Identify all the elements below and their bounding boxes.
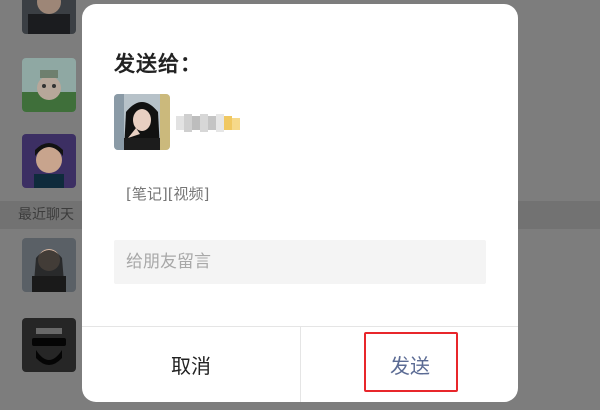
cancel-button[interactable]: 取消 <box>82 327 300 402</box>
message-input[interactable] <box>114 240 486 284</box>
contact-avatar <box>22 0 76 34</box>
contact-avatar <box>22 58 76 112</box>
recipient-name-blurred <box>176 112 242 134</box>
dialog-title: 发送给： <box>114 52 202 76</box>
send-highlight-box <box>364 332 458 392</box>
recipient-avatar <box>114 94 170 150</box>
contact-avatar <box>22 318 76 372</box>
shared-content-tag: [笔记][视频] <box>126 185 210 203</box>
contact-avatar <box>22 238 76 292</box>
contact-avatar <box>22 134 76 188</box>
share-dialog: 发送给： [笔记][视频] 取消 发送 <box>82 4 518 402</box>
